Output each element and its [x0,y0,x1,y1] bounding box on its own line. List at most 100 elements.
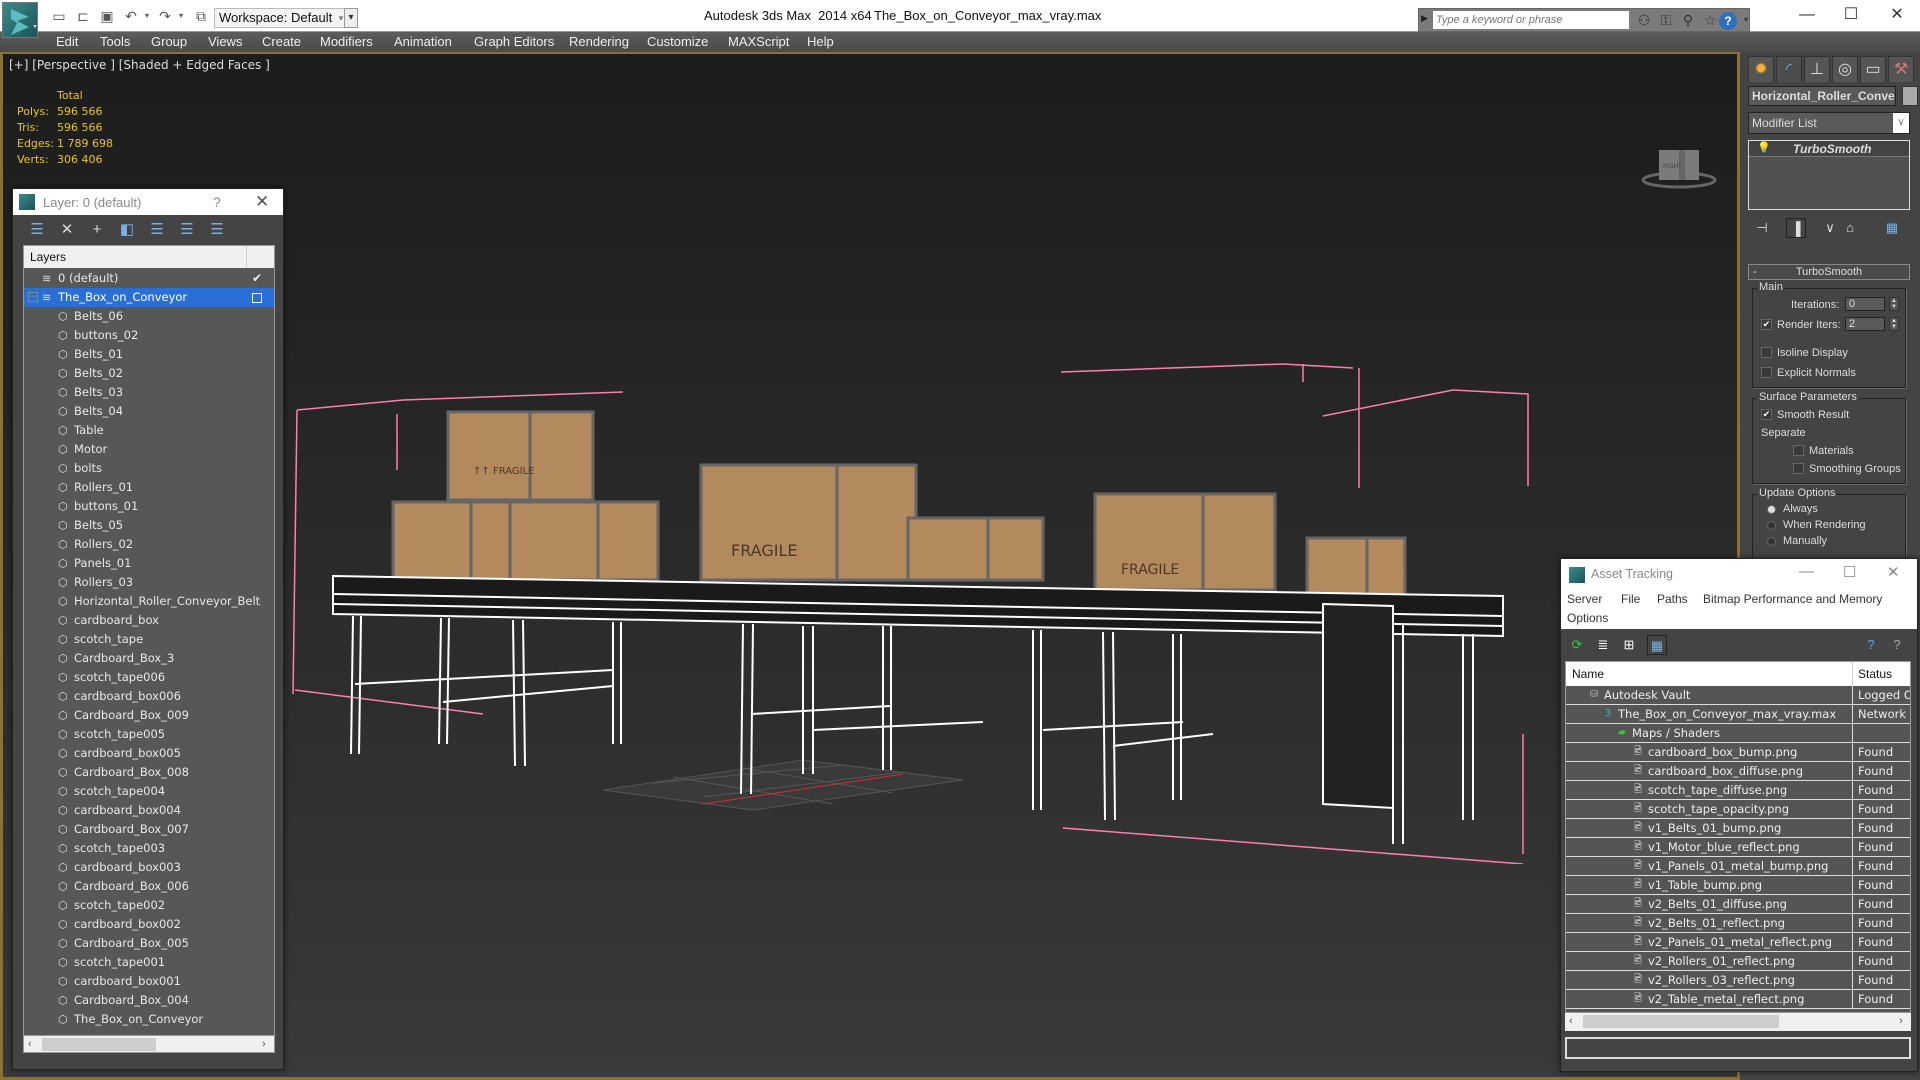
add-to-layer-icon[interactable]: + [87,221,107,239]
menu-group[interactable]: Group [151,34,187,49]
star-icon[interactable]: ☆ [1701,12,1719,28]
help-icon[interactable]: ? [1719,12,1737,30]
expand-search-icon[interactable]: ▶ [1421,13,1428,24]
asset-row[interactable]: 🖻 v1_Motor_blue_reflect.png Found [1566,838,1910,857]
modifier-stack-item[interactable]: 💡 TurboSmooth [1749,141,1909,157]
layer-dialog-titlebar[interactable]: Layer: 0 (default) ? ✕ [13,189,283,215]
object-row[interactable]: ⬡ scotch_tape002 [24,896,274,915]
modify-tab[interactable]: ◜ [1776,56,1802,82]
pin-stack-icon[interactable]: ⊣ [1752,218,1772,238]
asset-row[interactable]: 🖻 v1_Panels_01_metal_bump.png Found [1566,857,1910,876]
refresh-icon[interactable]: ⟳ [1567,635,1587,655]
scrollbar-thumb[interactable] [1583,1015,1779,1028]
when-rendering-radio[interactable] [1767,521,1776,530]
configure-modifier-sets-icon[interactable]: ▦ [1882,218,1902,238]
object-row[interactable]: ⬡ Belts_06 [24,307,274,326]
object-row[interactable]: ⬡ Panels_01 [24,554,274,573]
minimize-icon[interactable]: — [1796,6,1818,26]
close-icon[interactable]: ✕ [1886,6,1908,26]
table-view-icon[interactable]: ▦ [1647,635,1667,655]
object-row[interactable]: ⬡ Belts_02 [24,364,274,383]
viewcube[interactable]: RIGHT [1641,146,1717,190]
workspace-dropdown[interactable]: Workspace: Default [214,8,350,28]
select-objects-icon[interactable]: ◧ [117,221,137,239]
chevron-down-icon[interactable]: ∨ [1893,113,1909,133]
object-row[interactable]: ⬡ cardboard_box004 [24,801,274,820]
satellite-icon[interactable]: ⚲ [1679,12,1697,28]
object-row[interactable]: ⬡ Rollers_03 [24,573,274,592]
render-iters-checkbox[interactable]: ✔ [1761,319,1772,330]
menu-graph-editors[interactable]: Graph Editors [474,34,554,49]
object-row[interactable]: ⬡ scotch_tape001 [24,953,274,972]
object-row[interactable]: ⬡ cardboard_box002 [24,915,274,934]
create-tab[interactable]: ✹ [1748,56,1774,82]
select-layer-icon[interactable]: ☰ [147,221,167,239]
scroll-left-icon[interactable]: ‹ [1569,1013,1573,1029]
name-column-header[interactable]: Name [1572,667,1604,681]
display-tab[interactable]: ▭ [1860,56,1886,82]
object-row[interactable]: ⬡ Cardboard_Box_008 [24,763,274,782]
render-iters-spinner[interactable]: ▲ ▼ [1889,317,1899,331]
layers-column-header[interactable]: Layers [24,246,274,268]
modifier-stack[interactable]: 💡 TurboSmooth [1748,140,1910,210]
layer-hide-toggle[interactable] [252,293,262,303]
binoculars-icon[interactable]: ⚇ [1635,12,1653,28]
object-row[interactable]: ⬡ Belts_01 [24,345,274,364]
menu-file[interactable]: File [1621,592,1640,606]
object-row[interactable]: ⬡ Belts_05 [24,516,274,535]
maximize-icon[interactable]: ☐ [1843,563,1856,581]
asset-row[interactable]: ▰ Maps / Shaders [1566,724,1910,743]
viewport-label[interactable]: [+] [Perspective ] [Shaded + Edged Faces… [9,58,270,72]
asset-row[interactable]: 🖻 v2_Rollers_01_reflect.png Found [1566,952,1910,971]
object-row[interactable]: ⬡ Cardboard_Box_004 [24,991,274,1010]
smooth-result-checkbox[interactable]: ✔ [1761,409,1772,420]
asset-row[interactable]: 🖻 v1_Table_bump.png Found [1566,876,1910,895]
app-logo-button[interactable] [2,2,38,38]
manually-radio[interactable] [1767,537,1776,546]
new-file-icon[interactable]: ▭ [50,8,68,24]
object-color-swatch[interactable] [1902,86,1918,106]
set-current-layer-icon[interactable]: ☰ [177,221,197,239]
always-radio[interactable] [1767,505,1776,514]
menu-tools[interactable]: Tools [100,34,130,49]
iterations-spinner[interactable]: ▲ ▼ [1889,297,1899,311]
asset-table[interactable]: Name Status ⛁ Autodesk Vault Logged O 3 The_… [1565,661,1911,1013]
hierarchy-tab[interactable]: ⊥ [1804,56,1830,82]
menu-rendering[interactable]: Rendering [569,34,629,49]
collapse-icon[interactable]: − [28,292,38,302]
layer-settings-icon[interactable]: ☰ [207,221,227,239]
motion-tab[interactable]: ◎ [1832,56,1858,82]
object-row[interactable]: ⬡ The_Box_on_Conveyor [24,1010,274,1029]
smoothing-groups-checkbox[interactable] [1793,463,1804,474]
layer-row[interactable]: ≋ 0 (default) ✔ [24,269,274,288]
menu-create[interactable]: Create [262,34,301,49]
undo-dropdown-icon[interactable]: ▾ [138,8,156,24]
object-row[interactable]: ⬡ cardboard_box003 [24,858,274,877]
status-column-header[interactable]: Status [1858,667,1892,681]
materials-checkbox[interactable] [1793,445,1804,456]
asset-row[interactable]: 🖻 v2_Belts_01_reflect.png Found [1566,914,1910,933]
close-icon[interactable]: ✕ [1887,563,1900,581]
key-icon[interactable]: ⚿ [1657,12,1675,28]
help-dropdown-icon[interactable]: ▾ [1737,12,1755,28]
layer-list[interactable]: Layers ≋ 0 (default) ✔ − ≋ The_Box_on_Conveyo… [23,245,275,1045]
object-row[interactable]: ⬡ scotch_tape [24,630,274,649]
modifier-list-dropdown[interactable]: Modifier List ∨ [1748,112,1910,134]
object-row[interactable]: ⬡ Table [24,421,274,440]
object-row[interactable]: ⬡ Cardboard_Box_3 [24,649,274,668]
asset-row[interactable]: 🖻 v1_Belts_01_bump.png Found [1566,819,1910,838]
scroll-right-icon[interactable]: › [1899,1013,1903,1029]
scroll-right-icon[interactable]: › [262,1036,266,1052]
object-name-field[interactable]: Horizontal_Roller_Conve [1748,86,1896,106]
menu-customize[interactable]: Customize [647,34,708,49]
list-view-icon[interactable]: ≣ [1593,635,1613,655]
remove-modifier-icon[interactable]: ⌂ [1840,218,1860,238]
customize-toolbar-icon[interactable]: ▾ [344,8,358,28]
asset-row[interactable]: 🖻 scotch_tape_diffuse.png Found [1566,781,1910,800]
asset-row[interactable]: ⛁ Autodesk Vault Logged O [1566,686,1910,705]
project-folder-icon[interactable]: ⧉ [192,8,210,24]
save-icon[interactable]: ▣ [98,8,116,24]
object-row[interactable]: ⬡ cardboard_box001 [24,972,274,991]
object-row[interactable]: ⬡ scotch_tape003 [24,839,274,858]
asset-row[interactable]: 🖻 cardboard_box_diffuse.png Found [1566,762,1910,781]
